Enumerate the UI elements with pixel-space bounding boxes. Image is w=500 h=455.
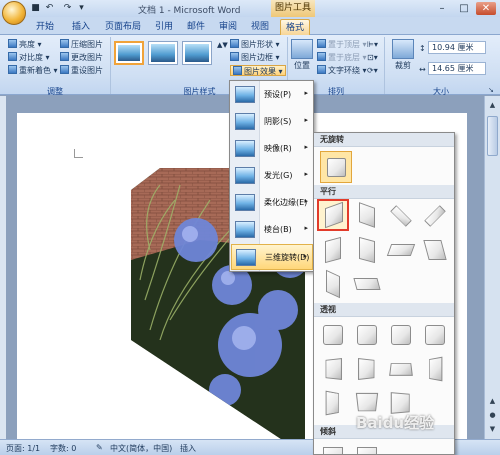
rotation-perspective-3[interactable] <box>385 319 417 351</box>
rotation-perspective-7[interactable] <box>385 353 417 385</box>
reflection-icon <box>235 140 255 157</box>
bevel-icon <box>235 221 255 238</box>
rotation-parallel-1[interactable] <box>317 199 349 231</box>
scroll-up-icon[interactable]: ▲ <box>487 100 498 111</box>
3d-rotation-icon <box>236 249 256 266</box>
soft-edges-icon <box>235 194 255 211</box>
submenu-arrow-icon: ▸ <box>304 224 308 232</box>
section-perspective: 透视 <box>314 303 454 317</box>
menu-item-3d-rotation[interactable]: 三维旋转(D) ▸ <box>231 244 313 270</box>
rotation-perspective-6[interactable] <box>351 353 383 385</box>
rotation-perspective-8[interactable] <box>419 353 451 385</box>
vertical-scrollbar[interactable]: ▲ ▲ ● ▼ <box>484 96 500 439</box>
rotation-perspective-5[interactable] <box>317 353 349 385</box>
submenu-arrow-icon: ▸ <box>303 252 307 260</box>
rotation-parallel-6[interactable] <box>351 234 383 266</box>
submenu-arrow-icon: ▸ <box>304 197 308 205</box>
status-words[interactable]: 字数: 0 <box>50 443 76 454</box>
menu-item-reflection[interactable]: 映像(R) ▸ <box>231 136 313 162</box>
prev-page-icon[interactable]: ▲ <box>487 396 498 407</box>
rotation-parallel-2[interactable] <box>351 200 383 232</box>
status-mode[interactable]: 插入 <box>180 443 196 454</box>
watermark-logo: Baidu经验 <box>356 414 435 432</box>
rotation-oblique-1[interactable] <box>317 441 349 454</box>
status-page[interactable]: 页面: 1/1 <box>6 443 40 454</box>
3d-rotation-gallery: 无旋转 平行 透视 倾斜 <box>313 132 455 455</box>
status-spell-icon[interactable]: ✎ <box>96 443 103 452</box>
submenu-arrow-icon: ▸ <box>304 170 308 178</box>
rotation-parallel-5[interactable] <box>317 234 349 266</box>
status-language[interactable]: 中文(简体，中国) <box>110 443 172 454</box>
shadow-icon <box>235 113 255 130</box>
picture-effects-menu: 预设(P) ▸ 阴影(S) ▸ 映像(R) ▸ 发光(G) ▸ 柔化边缘(E) ▸ 棱台(… <box>229 80 314 272</box>
submenu-arrow-icon: ▸ <box>304 143 308 151</box>
rotation-parallel-3[interactable] <box>385 200 417 232</box>
rotation-oblique-2[interactable] <box>351 441 383 454</box>
browse-object-icon[interactable]: ● <box>487 410 498 421</box>
glow-icon <box>235 167 255 184</box>
rotation-perspective-4[interactable] <box>419 319 451 351</box>
submenu-arrow-icon: ▸ <box>304 116 308 124</box>
rotation-parallel-9[interactable] <box>317 268 349 300</box>
menu-item-glow[interactable]: 发光(G) ▸ <box>231 163 313 189</box>
menu-item-shadow[interactable]: 阴影(S) ▸ <box>231 109 313 135</box>
section-no-rotation: 无旋转 <box>314 133 454 147</box>
section-parallel: 平行 <box>314 185 454 199</box>
next-page-icon[interactable]: ▼ <box>487 424 498 435</box>
submenu-arrow-icon: ▸ <box>304 89 308 97</box>
menu-item-bevel[interactable]: 棱台(B) ▸ <box>231 217 313 243</box>
rotation-parallel-8[interactable] <box>419 234 451 266</box>
rotation-parallel-4[interactable] <box>419 200 451 232</box>
scroll-thumb[interactable] <box>487 116 498 156</box>
rotation-parallel-7[interactable] <box>385 234 417 266</box>
rotation-perspective-2[interactable] <box>351 319 383 351</box>
menu-item-preset[interactable]: 预设(P) ▸ <box>231 82 313 108</box>
menu-item-soft-edges[interactable]: 柔化边缘(E) ▸ <box>231 190 313 216</box>
rotation-perspective-9[interactable] <box>317 387 349 419</box>
rotation-parallel-10[interactable] <box>351 268 383 300</box>
office-button[interactable] <box>2 1 26 25</box>
preset-icon <box>235 86 255 103</box>
rotation-none[interactable] <box>320 151 352 183</box>
rotation-perspective-1[interactable] <box>317 319 349 351</box>
